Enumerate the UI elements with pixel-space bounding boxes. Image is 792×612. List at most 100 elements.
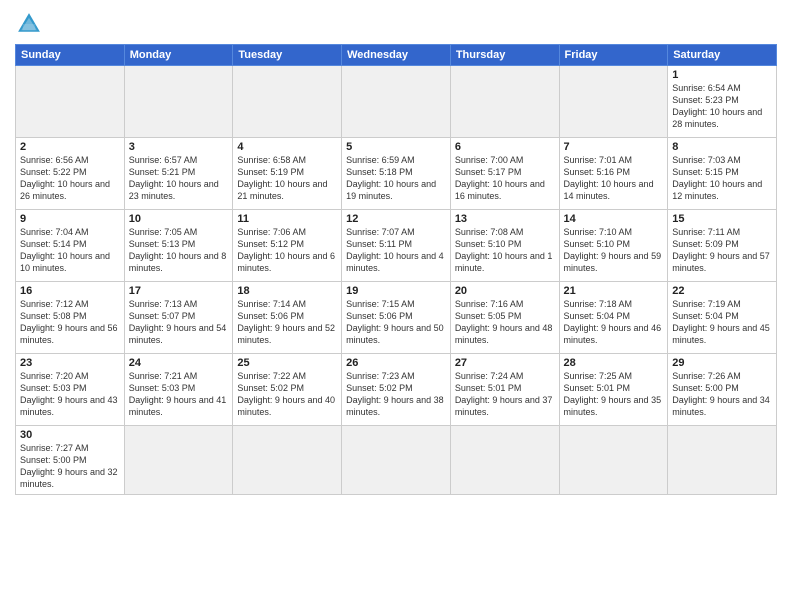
day-number: 13 [455, 213, 555, 225]
calendar-cell: 29Sunrise: 7:26 AM Sunset: 5:00 PM Dayli… [668, 354, 777, 426]
calendar-week-row: 23Sunrise: 7:20 AM Sunset: 5:03 PM Dayli… [16, 354, 777, 426]
day-info: Sunrise: 7:12 AM Sunset: 5:08 PM Dayligh… [20, 298, 120, 347]
day-number: 18 [237, 285, 337, 297]
calendar-cell: 9Sunrise: 7:04 AM Sunset: 5:14 PM Daylig… [16, 210, 125, 282]
calendar-cell [124, 66, 233, 138]
calendar-header-row: SundayMondayTuesdayWednesdayThursdayFrid… [16, 45, 777, 66]
day-info: Sunrise: 7:07 AM Sunset: 5:11 PM Dayligh… [346, 226, 446, 275]
calendar-cell [450, 426, 559, 495]
calendar-cell: 1Sunrise: 6:54 AM Sunset: 5:23 PM Daylig… [668, 66, 777, 138]
calendar-cell: 26Sunrise: 7:23 AM Sunset: 5:02 PM Dayli… [342, 354, 451, 426]
calendar-cell: 12Sunrise: 7:07 AM Sunset: 5:11 PM Dayli… [342, 210, 451, 282]
calendar-cell: 27Sunrise: 7:24 AM Sunset: 5:01 PM Dayli… [450, 354, 559, 426]
day-info: Sunrise: 7:20 AM Sunset: 5:03 PM Dayligh… [20, 370, 120, 419]
day-number: 7 [564, 141, 664, 153]
logo [15, 10, 47, 38]
day-info: Sunrise: 7:23 AM Sunset: 5:02 PM Dayligh… [346, 370, 446, 419]
col-header-wednesday: Wednesday [342, 45, 451, 66]
day-info: Sunrise: 6:57 AM Sunset: 5:21 PM Dayligh… [129, 154, 229, 203]
calendar-cell: 24Sunrise: 7:21 AM Sunset: 5:03 PM Dayli… [124, 354, 233, 426]
calendar-cell: 21Sunrise: 7:18 AM Sunset: 5:04 PM Dayli… [559, 282, 668, 354]
calendar-cell: 2Sunrise: 6:56 AM Sunset: 5:22 PM Daylig… [16, 138, 125, 210]
day-info: Sunrise: 7:19 AM Sunset: 5:04 PM Dayligh… [672, 298, 772, 347]
calendar-cell: 22Sunrise: 7:19 AM Sunset: 5:04 PM Dayli… [668, 282, 777, 354]
calendar-cell [559, 426, 668, 495]
day-info: Sunrise: 6:59 AM Sunset: 5:18 PM Dayligh… [346, 154, 446, 203]
col-header-thursday: Thursday [450, 45, 559, 66]
calendar-cell: 16Sunrise: 7:12 AM Sunset: 5:08 PM Dayli… [16, 282, 125, 354]
calendar-cell: 17Sunrise: 7:13 AM Sunset: 5:07 PM Dayli… [124, 282, 233, 354]
calendar-cell [233, 426, 342, 495]
col-header-saturday: Saturday [668, 45, 777, 66]
calendar-week-row: 9Sunrise: 7:04 AM Sunset: 5:14 PM Daylig… [16, 210, 777, 282]
day-number: 19 [346, 285, 446, 297]
calendar-week-row: 16Sunrise: 7:12 AM Sunset: 5:08 PM Dayli… [16, 282, 777, 354]
col-header-friday: Friday [559, 45, 668, 66]
calendar-cell [124, 426, 233, 495]
day-number: 25 [237, 357, 337, 369]
day-number: 16 [20, 285, 120, 297]
day-info: Sunrise: 7:03 AM Sunset: 5:15 PM Dayligh… [672, 154, 772, 203]
calendar-cell: 19Sunrise: 7:15 AM Sunset: 5:06 PM Dayli… [342, 282, 451, 354]
day-info: Sunrise: 7:22 AM Sunset: 5:02 PM Dayligh… [237, 370, 337, 419]
day-number: 8 [672, 141, 772, 153]
calendar-cell: 8Sunrise: 7:03 AM Sunset: 5:15 PM Daylig… [668, 138, 777, 210]
calendar-cell: 13Sunrise: 7:08 AM Sunset: 5:10 PM Dayli… [450, 210, 559, 282]
day-number: 29 [672, 357, 772, 369]
day-number: 23 [20, 357, 120, 369]
day-number: 9 [20, 213, 120, 225]
day-info: Sunrise: 7:13 AM Sunset: 5:07 PM Dayligh… [129, 298, 229, 347]
day-number: 3 [129, 141, 229, 153]
calendar-cell: 23Sunrise: 7:20 AM Sunset: 5:03 PM Dayli… [16, 354, 125, 426]
day-info: Sunrise: 7:01 AM Sunset: 5:16 PM Dayligh… [564, 154, 664, 203]
calendar-cell: 30Sunrise: 7:27 AM Sunset: 5:00 PM Dayli… [16, 426, 125, 495]
calendar-cell: 14Sunrise: 7:10 AM Sunset: 5:10 PM Dayli… [559, 210, 668, 282]
calendar-cell: 10Sunrise: 7:05 AM Sunset: 5:13 PM Dayli… [124, 210, 233, 282]
calendar-cell: 6Sunrise: 7:00 AM Sunset: 5:17 PM Daylig… [450, 138, 559, 210]
day-number: 20 [455, 285, 555, 297]
calendar-cell [16, 66, 125, 138]
day-number: 21 [564, 285, 664, 297]
day-info: Sunrise: 7:00 AM Sunset: 5:17 PM Dayligh… [455, 154, 555, 203]
day-number: 1 [672, 69, 772, 81]
calendar: SundayMondayTuesdayWednesdayThursdayFrid… [15, 44, 777, 495]
calendar-cell: 28Sunrise: 7:25 AM Sunset: 5:01 PM Dayli… [559, 354, 668, 426]
page: SundayMondayTuesdayWednesdayThursdayFrid… [0, 0, 792, 612]
calendar-week-row: 1Sunrise: 6:54 AM Sunset: 5:23 PM Daylig… [16, 66, 777, 138]
day-info: Sunrise: 7:18 AM Sunset: 5:04 PM Dayligh… [564, 298, 664, 347]
calendar-cell [342, 66, 451, 138]
calendar-week-row: 30Sunrise: 7:27 AM Sunset: 5:00 PM Dayli… [16, 426, 777, 495]
day-info: Sunrise: 7:14 AM Sunset: 5:06 PM Dayligh… [237, 298, 337, 347]
day-info: Sunrise: 7:16 AM Sunset: 5:05 PM Dayligh… [455, 298, 555, 347]
header [15, 10, 777, 38]
col-header-sunday: Sunday [16, 45, 125, 66]
day-info: Sunrise: 6:56 AM Sunset: 5:22 PM Dayligh… [20, 154, 120, 203]
day-info: Sunrise: 6:54 AM Sunset: 5:23 PM Dayligh… [672, 82, 772, 131]
calendar-cell: 15Sunrise: 7:11 AM Sunset: 5:09 PM Dayli… [668, 210, 777, 282]
day-number: 12 [346, 213, 446, 225]
calendar-cell: 7Sunrise: 7:01 AM Sunset: 5:16 PM Daylig… [559, 138, 668, 210]
day-number: 14 [564, 213, 664, 225]
day-number: 2 [20, 141, 120, 153]
calendar-cell: 11Sunrise: 7:06 AM Sunset: 5:12 PM Dayli… [233, 210, 342, 282]
day-info: Sunrise: 7:08 AM Sunset: 5:10 PM Dayligh… [455, 226, 555, 275]
day-info: Sunrise: 7:27 AM Sunset: 5:00 PM Dayligh… [20, 442, 120, 491]
col-header-tuesday: Tuesday [233, 45, 342, 66]
day-info: Sunrise: 7:21 AM Sunset: 5:03 PM Dayligh… [129, 370, 229, 419]
day-number: 26 [346, 357, 446, 369]
calendar-cell [233, 66, 342, 138]
day-info: Sunrise: 7:06 AM Sunset: 5:12 PM Dayligh… [237, 226, 337, 275]
calendar-cell: 3Sunrise: 6:57 AM Sunset: 5:21 PM Daylig… [124, 138, 233, 210]
day-number: 6 [455, 141, 555, 153]
day-info: Sunrise: 7:10 AM Sunset: 5:10 PM Dayligh… [564, 226, 664, 275]
day-info: Sunrise: 7:26 AM Sunset: 5:00 PM Dayligh… [672, 370, 772, 419]
day-info: Sunrise: 7:24 AM Sunset: 5:01 PM Dayligh… [455, 370, 555, 419]
day-number: 5 [346, 141, 446, 153]
calendar-week-row: 2Sunrise: 6:56 AM Sunset: 5:22 PM Daylig… [16, 138, 777, 210]
day-info: Sunrise: 7:15 AM Sunset: 5:06 PM Dayligh… [346, 298, 446, 347]
col-header-monday: Monday [124, 45, 233, 66]
day-number: 17 [129, 285, 229, 297]
day-info: Sunrise: 6:58 AM Sunset: 5:19 PM Dayligh… [237, 154, 337, 203]
calendar-cell: 25Sunrise: 7:22 AM Sunset: 5:02 PM Dayli… [233, 354, 342, 426]
day-info: Sunrise: 7:25 AM Sunset: 5:01 PM Dayligh… [564, 370, 664, 419]
